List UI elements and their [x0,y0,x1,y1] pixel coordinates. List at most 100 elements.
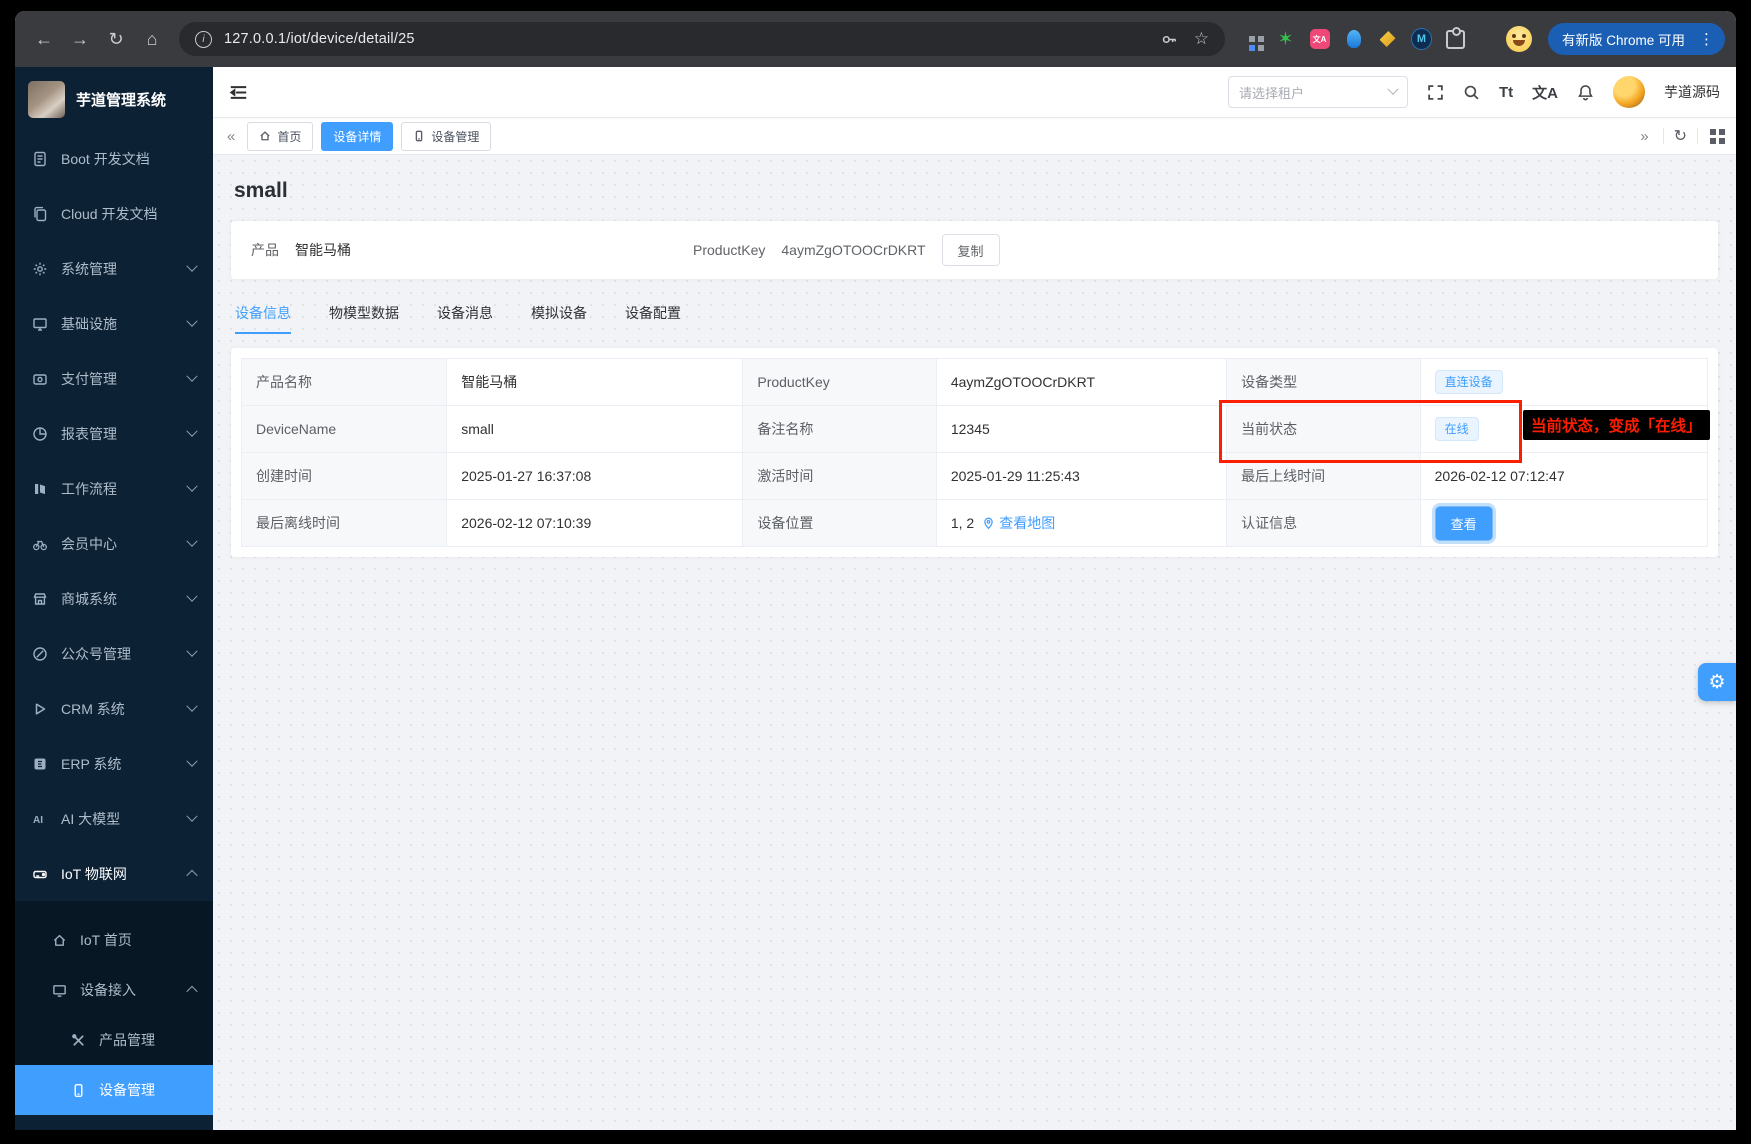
compass-icon [32,646,48,662]
device-type-badge: 直连设备 [1435,370,1503,394]
sidebar-item-crm[interactable]: CRM 系统 [15,681,213,736]
chevron-down-icon [1387,84,1398,95]
back-button[interactable]: ← [27,22,61,56]
sidebar-item-ai[interactable]: AI AI 大模型 [15,791,213,846]
address-bar[interactable]: i 127.0.0.1/iot/device/detail/25 ☆ [179,22,1225,56]
profile-emoji-avatar[interactable] [1506,26,1532,52]
extension-broom-icon[interactable] [1377,29,1398,50]
sidebar-item-system[interactable]: 系统管理 [15,241,213,296]
cell-label: 产品名称 [242,359,447,406]
gear-icon: ⚙ [1708,671,1725,694]
sidebar-item-erp[interactable]: ERP 系统 [15,736,213,791]
sidebar-item-product-management[interactable]: 产品管理 [15,1015,213,1065]
cell-value: 12345 [936,406,1226,453]
sidebar-item-payment[interactable]: 支付管理 [15,351,213,406]
extension-translate-icon[interactable]: 文A [1309,29,1330,50]
sidebar-item-reports[interactable]: 报表管理 [15,406,213,461]
tab-device-messages[interactable]: 设备消息 [437,303,493,334]
extension-grid-icon[interactable] [1241,29,1262,50]
chevron-down-icon [186,535,197,546]
sidebar-item-infrastructure[interactable]: 基础设施 [15,296,213,351]
sidebar-item-mall[interactable]: 商城系统 [15,571,213,626]
productkey-label: ProductKey [693,242,765,258]
fullscreen-icon[interactable] [1427,84,1444,101]
refresh-icon[interactable]: ↻ [1674,126,1687,146]
layout-grid-icon[interactable] [1710,129,1716,135]
tab-device-config[interactable]: 设备配置 [625,303,681,334]
extension-star-icon[interactable]: ✶ [1275,29,1296,50]
svg-text:AI: AI [33,815,43,826]
password-key-icon[interactable] [1161,31,1178,48]
search-icon[interactable] [1463,84,1480,101]
sidebar-item-members[interactable]: 会员中心 [15,516,213,571]
username[interactable]: 芋道源码 [1664,82,1720,102]
bookmark-star-icon[interactable]: ☆ [1194,29,1209,49]
gear-icon [32,261,48,277]
bicycle-icon [32,536,48,552]
browser-menu-icon[interactable]: ⋮ [1695,32,1718,47]
view-auth-button[interactable]: 查看 [1435,506,1493,541]
page-tabs-bar: « 首页 设备详情 设备管理 » ↻ [213,117,1736,155]
url-text[interactable]: 127.0.0.1/iot/device/detail/25 [224,31,415,47]
tenant-select[interactable]: 请选择租户 [1228,76,1408,108]
font-size-icon[interactable]: Tt [1499,84,1513,101]
notification-bell-icon[interactable] [1577,84,1594,101]
home-icon [52,933,67,948]
iot-submenu: IoT 首页 设备接入 产品管理 设备管理 [15,901,213,1115]
screen-icon [52,983,67,998]
user-avatar[interactable] [1613,76,1645,108]
sidebar-item-iot-home[interactable]: IoT 首页 [15,915,213,965]
reload-button[interactable]: ↻ [99,22,133,56]
tools-icon [71,1033,86,1048]
home-button[interactable]: ⌂ [135,22,169,56]
cell-label: 最后上线时间 [1227,453,1421,500]
table-row: DeviceName small 备注名称 12345 当前状态 在线 [242,406,1708,453]
browser-toolbar: ← → ↻ ⌂ i 127.0.0.1/iot/device/detail/25… [15,11,1736,67]
tab-device-detail[interactable]: 设备详情 [321,122,393,151]
cell-label: 设备位置 [743,500,937,547]
pie-chart-icon [32,426,48,442]
forward-button[interactable]: → [63,22,97,56]
chevron-down-icon [186,260,197,271]
copy-button[interactable]: 复制 [942,234,1000,266]
table-row: 最后离线时间 2026-02-12 07:10:39 设备位置 1, 2 查看地… [242,500,1708,547]
product-summary-card: 产品 智能马桶 ProductKey 4aymZgOTOOCrDKRT 复制 [231,221,1718,279]
tab-simulate-device[interactable]: 模拟设备 [531,303,587,334]
tab-device-info[interactable]: 设备信息 [235,303,291,334]
divider [1663,128,1664,144]
site-info-icon[interactable]: i [195,31,212,48]
cell-label: 最后离线时间 [242,500,447,547]
app-logo [28,81,65,118]
chevron-down-icon [186,480,197,491]
extension-balloon-icon[interactable] [1343,29,1364,50]
cell-label: 备注名称 [743,406,937,453]
tab-device-management[interactable]: 设备管理 [401,122,491,151]
chrome-update-button[interactable]: 有新版 Chrome 可用 ⋮ [1548,23,1725,55]
tabs-scroll-left-icon[interactable]: « [223,128,239,145]
tabs-scroll-right-icon[interactable]: » [1636,128,1652,145]
iot-box-icon [32,866,48,882]
tab-home[interactable]: 首页 [247,122,313,151]
collapse-menu-icon[interactable] [229,83,248,102]
sidebar-item-device-access[interactable]: 设备接入 [15,965,213,1015]
sidebar-item-iot[interactable]: IoT 物联网 [15,846,213,901]
sidebar-item-official-account[interactable]: 公众号管理 [15,626,213,681]
extension-m-badge-icon[interactable]: M [1411,29,1432,50]
detail-tabs: 设备信息 物模型数据 设备消息 模拟设备 设备配置 [235,303,1718,334]
table-row: 创建时间 2025-01-27 16:37:08 激活时间 2025-01-29… [242,453,1708,500]
chevron-down-icon [186,315,197,326]
cell-label: 设备类型 [1227,359,1421,406]
cell-label: 创建时间 [242,453,447,500]
extensions-puzzle-icon[interactable] [1445,29,1466,50]
sidebar-item-workflow[interactable]: 工作流程 [15,461,213,516]
sidebar-item-device-management[interactable]: 设备管理 [15,1065,213,1115]
view-map-link[interactable]: 查看地图 [982,513,1055,533]
settings-drawer-button[interactable]: ⚙ [1698,663,1736,701]
sidebar-item-cloud-docs[interactable]: Cloud 开发文档 [15,186,213,241]
workflow-icon [32,481,48,497]
sidebar-item-boot-docs[interactable]: Boot 开发文档 [15,131,213,186]
online-status-badge: 在线 [1435,417,1479,441]
tab-thing-model-data[interactable]: 物模型数据 [329,303,399,334]
ai-icon: AI [32,811,48,827]
locale-switch-icon[interactable]: 文A [1532,82,1558,103]
